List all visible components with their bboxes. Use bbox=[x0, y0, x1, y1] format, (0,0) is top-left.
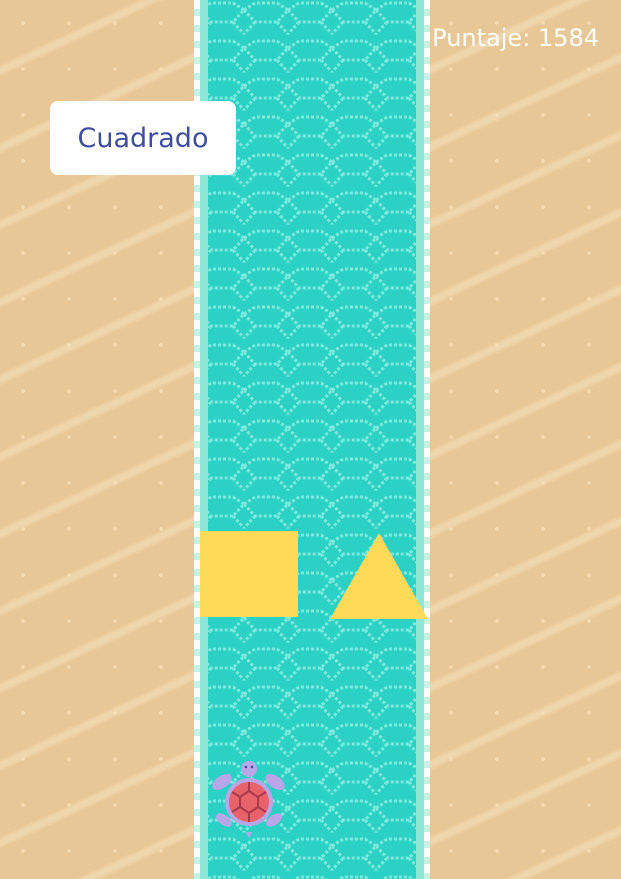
game-area: Cuadrado Puntaje: 1584 bbox=[0, 0, 621, 879]
square-shape[interactable] bbox=[200, 531, 298, 617]
target-shape-text: Cuadrado bbox=[77, 122, 209, 154]
turtle-icon bbox=[212, 761, 285, 838]
shoreline-right bbox=[424, 0, 430, 879]
score-display: Puntaje: 1584 bbox=[432, 24, 599, 52]
target-shape-label: Cuadrado bbox=[50, 101, 236, 175]
river-foam-right bbox=[416, 0, 424, 879]
triangle-shape[interactable] bbox=[330, 533, 428, 619]
sand-bank-right bbox=[428, 0, 621, 879]
